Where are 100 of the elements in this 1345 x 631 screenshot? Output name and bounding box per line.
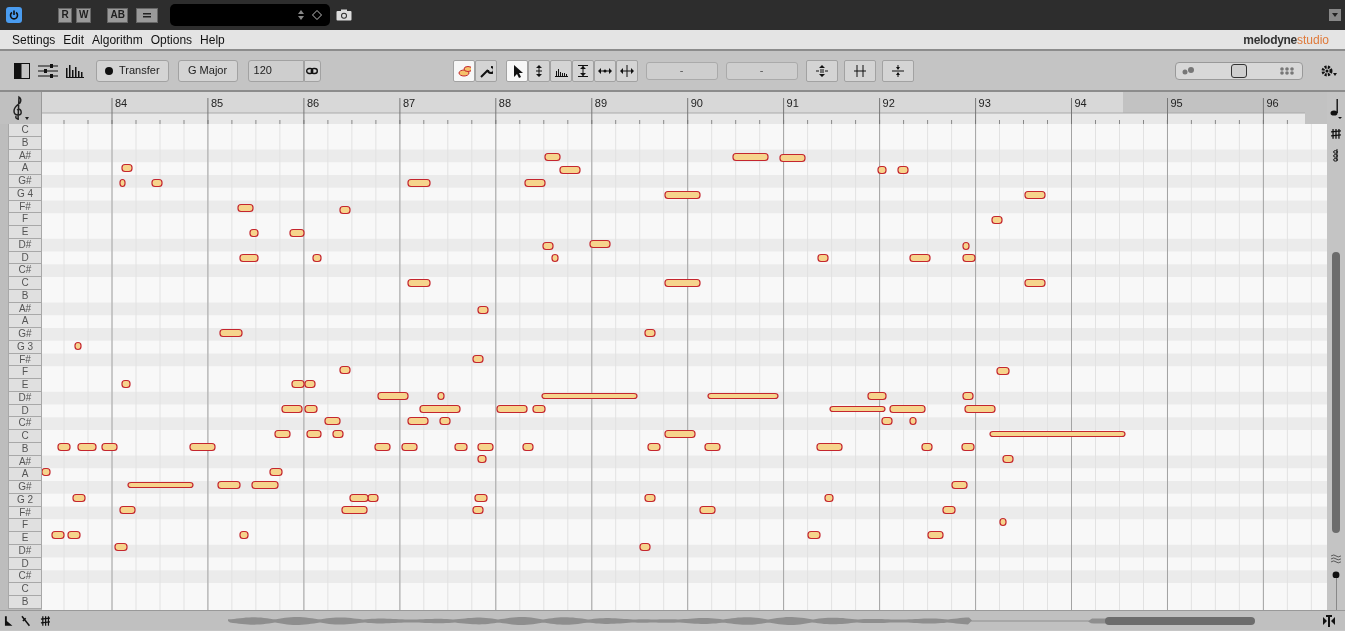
scale-button[interactable]: G Major: [177, 59, 238, 82]
note-blob[interactable]: [732, 152, 769, 162]
note-blob[interactable]: [189, 442, 216, 452]
note-blob[interactable]: [551, 253, 559, 263]
note-blob[interactable]: [239, 253, 259, 263]
note-blob[interactable]: [964, 404, 996, 414]
note-blob[interactable]: [419, 404, 461, 414]
note-blob[interactable]: [989, 430, 1126, 438]
tool-button[interactable]: [505, 59, 528, 82]
note-blob[interactable]: [219, 328, 243, 338]
note-blob[interactable]: [472, 354, 484, 364]
bars-icon[interactable]: [66, 63, 84, 78]
note-blob[interactable]: [289, 228, 305, 238]
pencil-icon[interactable]: [21, 614, 32, 627]
note-blob[interactable]: [816, 442, 843, 452]
note-blob[interactable]: [217, 480, 241, 490]
note-blob[interactable]: [477, 305, 489, 315]
note-blob[interactable]: [559, 165, 581, 175]
note-blob[interactable]: [589, 239, 611, 249]
note-blob[interactable]: [237, 203, 254, 213]
camera-icon[interactable]: [335, 9, 352, 21]
note-blob[interactable]: [647, 442, 661, 452]
menu-item[interactable]: Edit: [59, 29, 89, 50]
note-blob[interactable]: [639, 542, 651, 552]
note-blob[interactable]: [996, 366, 1010, 376]
note-blob[interactable]: [909, 416, 917, 426]
note-blob[interactable]: [239, 530, 249, 540]
note-blob[interactable]: [779, 153, 806, 163]
note-blob[interactable]: [962, 253, 976, 263]
note-blob[interactable]: [1024, 278, 1046, 288]
menu-item[interactable]: Help: [196, 29, 229, 50]
value-field[interactable]: -: [725, 61, 798, 80]
note-blob[interactable]: [341, 505, 368, 515]
note-blob[interactable]: [401, 442, 418, 452]
note-blob[interactable]: [251, 480, 279, 490]
macro-button[interactable]: [881, 59, 914, 82]
note-blob[interactable]: [474, 493, 488, 503]
note-blob[interactable]: [74, 341, 82, 351]
list-button[interactable]: [135, 7, 158, 23]
note-blob[interactable]: [119, 178, 126, 188]
note-blob[interactable]: [927, 530, 944, 540]
note-blob[interactable]: [707, 392, 779, 400]
dropdown-icon[interactable]: [1329, 9, 1341, 21]
note-blob[interactable]: [349, 493, 369, 503]
note-blob[interactable]: [704, 442, 721, 452]
note-blob[interactable]: [472, 505, 484, 515]
note-blob[interactable]: [42, 467, 51, 477]
note-blob[interactable]: [114, 542, 128, 552]
note-blob[interactable]: [249, 228, 259, 238]
play-cursor-icon[interactable]: [4, 614, 14, 627]
macro-button[interactable]: [843, 59, 876, 82]
scrollbar-thumb[interactable]: [1105, 616, 1255, 625]
slider-thumb[interactable]: [1231, 63, 1247, 78]
tool-button[interactable]: [549, 59, 572, 82]
note-blob[interactable]: [57, 442, 71, 452]
stepper-icon[interactable]: [297, 9, 304, 21]
note-blob[interactable]: [101, 442, 118, 452]
note-blob[interactable]: [877, 165, 887, 175]
note-blob[interactable]: [407, 278, 431, 288]
note-blob[interactable]: [269, 467, 283, 477]
note-blob[interactable]: [477, 442, 494, 452]
record-mode-button[interactable]: R: [58, 7, 72, 23]
slider-knob-icon[interactable]: [1332, 570, 1340, 579]
note-blob[interactable]: [524, 178, 546, 188]
note-blob[interactable]: [477, 454, 487, 464]
note-blob[interactable]: [544, 152, 561, 162]
power-button[interactable]: [6, 7, 22, 23]
note-blob[interactable]: [951, 480, 968, 490]
note-blob[interactable]: [532, 404, 546, 414]
tempo-field[interactable]: 120: [247, 59, 304, 82]
note-blob[interactable]: [306, 429, 322, 439]
note-blob[interactable]: [829, 405, 886, 413]
note-blob[interactable]: [339, 205, 351, 215]
tool-button[interactable]: [593, 59, 616, 82]
note-blob[interactable]: [881, 416, 893, 426]
note-blob[interactable]: [377, 391, 409, 401]
panel-icon[interactable]: [14, 62, 30, 79]
tool-button[interactable]: [474, 59, 497, 82]
note-blob[interactable]: [991, 215, 1003, 225]
note-blob[interactable]: [496, 404, 528, 414]
note-blob[interactable]: [439, 416, 451, 426]
note-blob[interactable]: [999, 517, 1007, 527]
note-icon[interactable]: [1329, 97, 1343, 119]
note-blob[interactable]: [664, 278, 701, 288]
note-blob[interactable]: [1002, 454, 1014, 464]
tool-button[interactable]: [527, 59, 550, 82]
note-blob[interactable]: [374, 442, 391, 452]
sliders-icon[interactable]: [38, 62, 58, 79]
note-blob[interactable]: [281, 404, 303, 414]
waves-icon[interactable]: [1330, 552, 1342, 565]
note-blob[interactable]: [121, 379, 131, 389]
note-blob[interactable]: [824, 493, 834, 503]
note-blob[interactable]: [962, 241, 970, 251]
note-blob[interactable]: [522, 442, 534, 452]
timeline-ruler[interactable]: 84 85 86 87 88 89 90 91 92 93 94 95 96: [42, 92, 1327, 124]
note-blob[interactable]: [304, 404, 318, 414]
note-blob[interactable]: [817, 253, 829, 263]
tool-button[interactable]: [615, 59, 638, 82]
note-blob[interactable]: [664, 190, 701, 200]
display-field[interactable]: [169, 4, 330, 26]
